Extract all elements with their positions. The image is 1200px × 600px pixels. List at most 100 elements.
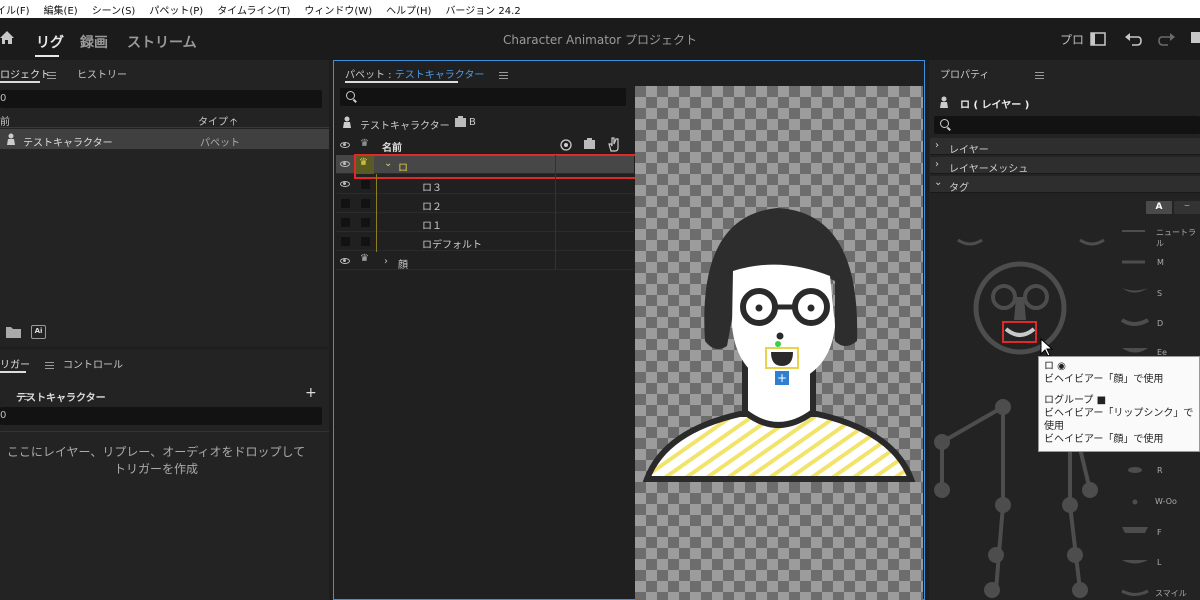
visibility-eye-icon[interactable]: [340, 181, 350, 187]
rig-active-indicator: [35, 55, 59, 57]
add-trigger-button[interactable]: +: [305, 385, 317, 401]
nav-record[interactable]: 録画: [80, 32, 108, 52]
viseme-neutral[interactable]: ニュートラル: [1156, 227, 1200, 249]
puppet-icon: [7, 133, 15, 145]
puppet-tab[interactable]: パペット : テストキャラクター: [345, 66, 484, 81]
project-search-value: 0: [0, 93, 7, 104]
puppet-menu-icon[interactable]: [498, 71, 508, 79]
home-icon[interactable]: [0, 30, 16, 46]
section-layer-mesh[interactable]: › レイヤーメッシュ: [930, 157, 1200, 175]
layer-row-mouth1[interactable]: [336, 213, 634, 232]
layer-row-face[interactable]: [336, 251, 634, 270]
section-tags-label: タグ: [949, 183, 969, 194]
chevron-right-icon[interactable]: ›: [384, 256, 388, 267]
trigger-search-value: 0: [0, 410, 7, 421]
search-icon: [346, 91, 355, 100]
chevron-right-icon: ›: [935, 159, 939, 170]
layer-row-mouth2[interactable]: [336, 194, 634, 213]
project-item-type: パペット: [200, 138, 240, 149]
viseme-m[interactable]: M: [1157, 258, 1164, 267]
viseme-s[interactable]: S: [1157, 289, 1162, 298]
tab-trigger-underline: [0, 371, 26, 373]
viseme-f[interactable]: F: [1157, 528, 1162, 537]
trigger-menu-icon[interactable]: [45, 361, 55, 369]
column-separator: [555, 155, 556, 270]
tab-trigger[interactable]: リガー: [0, 356, 30, 371]
mouse-cursor-icon: [1040, 338, 1054, 357]
character-artwork: +: [642, 208, 916, 482]
menu-scene[interactable]: シーン(S): [92, 2, 143, 17]
nav-stream[interactable]: ストリーム: [127, 32, 197, 52]
crown-empty-slot[interactable]: [361, 199, 370, 208]
hand-header-icon: [608, 137, 619, 152]
puppet-tab-name: テストキャラクター: [394, 70, 485, 81]
layer-row-mouth-default[interactable]: [336, 232, 634, 251]
properties-menu-icon[interactable]: [1034, 71, 1044, 79]
panel-layout-icon[interactable]: [1090, 32, 1106, 46]
menu-help[interactable]: ヘルプ(H): [386, 2, 438, 17]
tag-icon-mode-button[interactable]: ⌣: [1174, 201, 1200, 214]
redo-icon[interactable]: [1158, 31, 1176, 47]
layer-row-mouth3[interactable]: [336, 175, 634, 194]
menu-timeline[interactable]: タイムライン(T): [217, 2, 297, 17]
record-header-icon: [584, 138, 595, 149]
tooltip-line5: ビヘイビアー「顔」で使用: [1044, 434, 1164, 445]
properties-tab[interactable]: プロパティ: [940, 66, 989, 81]
viseme-d[interactable]: D: [1157, 319, 1163, 328]
crown-icon[interactable]: ♛: [360, 253, 369, 264]
visibility-empty-slot[interactable]: [341, 199, 350, 208]
project-menu-icon[interactable]: [47, 71, 56, 79]
sort-up-icon: 🡡: [230, 117, 238, 128]
puppet-icon: [343, 116, 351, 128]
illustrator-icon[interactable]: Ai: [31, 325, 46, 339]
tooltip-line2: ビヘイビアー「顔」で使用: [1044, 374, 1164, 385]
puppet-icon: [940, 96, 948, 108]
tab-project-underline: [0, 81, 40, 83]
group-guide-line: [376, 174, 377, 252]
recordable-icon: [455, 116, 466, 127]
visibility-eye-icon[interactable]: [340, 258, 350, 264]
menu-file[interactable]: イル(F): [0, 2, 37, 17]
puppet-tools-icon[interactable]: [1190, 31, 1200, 47]
viseme-smile[interactable]: スマイル: [1155, 588, 1187, 599]
visibility-eye-icon[interactable]: [340, 161, 350, 167]
trigger-search-input[interactable]: [0, 407, 322, 425]
chevron-right-icon: ›: [935, 140, 939, 151]
tag-header-icon: [560, 139, 572, 151]
divider: [0, 431, 329, 432]
tab-history[interactable]: ヒストリー: [77, 66, 127, 81]
section-layer-label: レイヤー: [949, 145, 989, 156]
viseme-w-oo[interactable]: W-Oo: [1155, 497, 1177, 506]
viseme-l[interactable]: L: [1157, 558, 1161, 567]
tag-text-mode-button[interactable]: A: [1146, 201, 1172, 214]
section-mesh-label: レイヤーメッシュ: [949, 164, 1029, 175]
properties-search-input[interactable]: [934, 116, 1200, 134]
project-search-input[interactable]: [0, 90, 322, 108]
folder-icon[interactable]: [6, 325, 21, 338]
b-label: B: [469, 117, 476, 128]
menu-window[interactable]: ウィンドウ(W): [304, 2, 379, 17]
search-icon: [940, 119, 949, 128]
viseme-r[interactable]: R: [1157, 466, 1163, 475]
nav-rig[interactable]: リグ: [36, 32, 64, 52]
project-item-name: テストキャラクター: [23, 138, 113, 149]
undo-icon[interactable]: [1124, 31, 1142, 47]
section-tags[interactable]: ⌄ タグ: [930, 176, 1200, 194]
puppet-tab-underline: [345, 81, 458, 83]
tab-project[interactable]: ロジェクト: [0, 66, 50, 81]
tab-controls[interactable]: コントロール: [63, 356, 123, 371]
crown-empty-slot[interactable]: [361, 218, 370, 227]
visibility-empty-slot[interactable]: [341, 237, 350, 246]
crown-empty-slot[interactable]: [361, 180, 370, 189]
menu-puppet[interactable]: パペット(P): [149, 2, 210, 17]
menu-edit[interactable]: 編集(E): [44, 2, 85, 17]
layer-name: ロ２: [422, 202, 442, 213]
trigger-drop-hint: ここにレイヤー、リプレー、オーディオをドロップしてトリガーを作成: [6, 445, 306, 476]
column-name[interactable]: 前: [0, 113, 10, 128]
crown-header-icon: ♛: [360, 138, 369, 149]
crown-empty-slot[interactable]: [361, 237, 370, 246]
layer-search-input[interactable]: [340, 88, 626, 106]
visibility-empty-slot[interactable]: [341, 218, 350, 227]
property-layer-title: ロ ( レイヤー ): [960, 100, 1030, 111]
section-layer[interactable]: › レイヤー: [930, 138, 1200, 156]
